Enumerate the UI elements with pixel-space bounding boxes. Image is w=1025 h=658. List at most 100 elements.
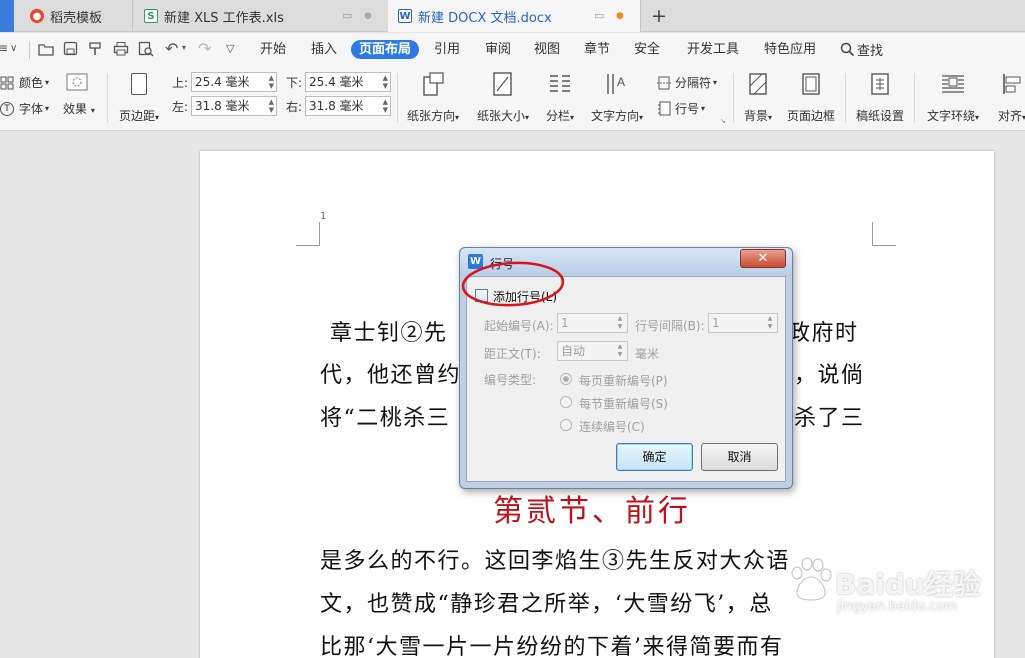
columns-label: 分栏 (545, 109, 570, 123)
spinner-arrows-icon[interactable]: ▲ ▼ (614, 343, 626, 359)
print-icon[interactable] (113, 41, 129, 57)
margin-top-input[interactable]: 25.4 毫米 ▲ ▼ (191, 72, 277, 92)
menu-special-apps[interactable]: 特色应用 (756, 40, 824, 59)
restart-each-page-label[interactable]: 每页重新编号(P) (579, 372, 668, 389)
menu-review[interactable]: 审阅 (477, 40, 519, 59)
redo-icon[interactable]: ↷ (198, 39, 211, 58)
orientation-button[interactable]: 纸张方向▾ (404, 71, 462, 124)
float-window-icon[interactable]: ▭ (342, 9, 352, 22)
doc-text-line[interactable]: 政府时 (788, 315, 859, 347)
spinner-arrows-icon[interactable]: ▲ ▼ (614, 315, 626, 331)
from-text-label: 距正文(T): (484, 347, 541, 361)
chevron-down-icon: ▾ (639, 113, 644, 122)
from-text-value: 自动 (561, 344, 586, 358)
page-border-button[interactable]: 页面边框 (785, 71, 837, 124)
menu-lines-icon[interactable]: ≡ (0, 41, 8, 55)
manuscript-settings-button[interactable]: 稿纸设置 (854, 71, 906, 124)
doc-text-line[interactable]: 文，也赞成“静珍君之所举，‘大雪纷飞’，总 (320, 586, 773, 618)
paper-size-button[interactable]: 纸张大小▾ (474, 71, 532, 124)
open-folder-icon[interactable] (38, 42, 54, 56)
margin-bottom-value: 25.4 毫米 (309, 75, 364, 89)
doc-text-line[interactable]: 代，他还曾约 (320, 357, 461, 389)
restart-each-section-radio[interactable] (560, 396, 572, 408)
find-label: 查找 (857, 44, 884, 59)
menu-chapter[interactable]: 章节 (576, 40, 618, 59)
section-heading[interactable]: 第贰节、前行 (493, 486, 691, 530)
doc-text-line[interactable]: 比那‘大雪一片一片纷纷的下着’来得简要而有 (320, 629, 784, 658)
page-background-button[interactable]: 背景▾ (740, 71, 776, 124)
chevron-down-icon: ▾ (713, 78, 718, 87)
theme-effects-label: 效果 (63, 102, 88, 116)
new-tab-plus-icon[interactable]: + (651, 5, 667, 27)
continuous-label[interactable]: 连续编号(C) (579, 418, 645, 435)
menu-references[interactable]: 引用 (426, 40, 468, 59)
effects-preview-icon[interactable] (66, 73, 88, 94)
page-setup-launcher-icon[interactable]: ↘ (720, 117, 726, 125)
margin-bottom-input[interactable]: 25.4 毫米 ▲ ▼ (305, 72, 391, 92)
text-direction-label: 文字方向 (590, 109, 639, 123)
doc-text-line[interactable]: 杀了三 (794, 400, 865, 432)
background-icon (740, 71, 776, 97)
doc-text-line[interactable]: ，说倘 (794, 357, 865, 389)
unsaved-dot-icon: ● (616, 11, 624, 21)
format-painter-icon[interactable] (88, 41, 104, 57)
line-numbers-button[interactable]: 行号 ▾ (657, 100, 705, 117)
ribbon-page-layout: 颜色 ▾ T 字体 ▾ 效果 ▾ 页边距▾ 上: 25.4 毫米 ▲ ▼ 下: 25… (0, 65, 1025, 131)
margin-left-input[interactable]: 31.8 毫米 ▲ ▼ (191, 96, 277, 116)
text-wrap-button[interactable]: 文字环绕▾ (924, 71, 982, 124)
from-text-input[interactable]: 自动 ▲ ▼ (557, 341, 628, 361)
doc-text-line[interactable]: 是多么的不行。这回李焰生③先生反对大众语 (320, 543, 790, 575)
app-menu-strip[interactable] (0, 0, 14, 32)
spinner-arrows-icon[interactable]: ▲ ▼ (383, 74, 388, 90)
spinner-arrows-icon[interactable]: ▲ ▼ (269, 98, 274, 114)
count-by-input[interactable]: 1 ▲ ▼ (708, 313, 778, 333)
text-wrap-label: 文字环绕 (926, 109, 975, 123)
margin-right-input[interactable]: 31.8 毫米 ▲ ▼ (305, 96, 391, 116)
continuous-radio[interactable] (560, 419, 572, 431)
tab-title: 稻壳模板 (50, 10, 103, 26)
doc-text-line[interactable]: 将“二桃杀三 (320, 400, 450, 432)
cancel-button[interactable]: 取消 (701, 443, 778, 471)
chevron-down-icon[interactable]: ∨ (10, 43, 17, 54)
tab-daoke-templates[interactable]: ● 稻壳模板 (20, 0, 132, 32)
margins-icon (116, 71, 162, 97)
margin-corner-mark (296, 222, 320, 246)
group-divider (733, 73, 734, 123)
spinner-arrows-icon[interactable]: ▲ ▼ (269, 74, 274, 90)
menu-insert[interactable]: 插入 (303, 40, 345, 59)
find-button[interactable]: 查找 (840, 40, 883, 59)
undo-dropdown-icon[interactable]: ▾ (182, 43, 186, 52)
restart-each-page-radio[interactable] (560, 373, 572, 385)
text-direction-button[interactable]: A 文字方向▾ (588, 71, 646, 124)
spinner-arrows-icon[interactable]: ▲ ▼ (383, 98, 388, 114)
spinner-arrows-icon[interactable]: ▲ ▼ (764, 315, 776, 331)
group-divider (914, 73, 915, 123)
menu-home[interactable]: 开始 (252, 40, 294, 59)
menu-view[interactable]: 视图 (526, 40, 568, 59)
count-by-label: 行号间隔(B): (635, 319, 705, 333)
menu-page-layout[interactable]: 页面布局 (351, 40, 420, 59)
svg-text:A: A (617, 75, 625, 89)
menu-developer[interactable]: 开发工具 (679, 40, 747, 59)
page-break-icon (657, 76, 671, 89)
line-numbers-icon (658, 101, 671, 116)
breaks-button[interactable]: 分隔符 ▾ (657, 74, 717, 91)
start-at-input[interactable]: 1 ▲ ▼ (557, 313, 628, 333)
align-button[interactable]: 对齐▾ (992, 71, 1025, 124)
print-preview-icon[interactable] (138, 41, 154, 57)
ok-button[interactable]: 确定 (616, 443, 693, 471)
dialog-close-button[interactable]: ✕ (740, 249, 786, 268)
float-window-icon[interactable]: ▭ (594, 9, 604, 22)
customize-toolbar-icon[interactable]: ▽ (226, 42, 234, 55)
columns-button[interactable]: 分栏▾ (542, 71, 578, 124)
paper-size-icon (474, 71, 532, 97)
save-icon[interactable] (63, 41, 78, 56)
theme-effects-button[interactable]: 效果 ▾ (63, 100, 95, 117)
theme-colors-button[interactable]: 颜色 ▾ (0, 74, 49, 91)
margins-button[interactable]: 页边距▾ (116, 71, 162, 124)
doc-text-line[interactable]: 章士钊②先 (330, 315, 448, 347)
theme-fonts-button[interactable]: T 字体 ▾ (0, 100, 49, 117)
undo-icon[interactable]: ↶ (165, 39, 178, 58)
restart-each-section-label[interactable]: 每节重新编号(S) (579, 395, 668, 412)
menu-security[interactable]: 安全 (626, 40, 668, 59)
